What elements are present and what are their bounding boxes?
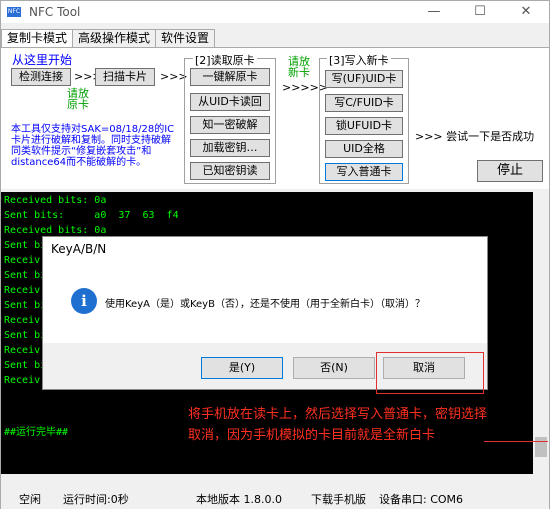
app-logo-icon: NFC: [7, 7, 21, 17]
log-line: Sent bi: [4, 240, 47, 251]
place-new-label: 请放 新卡: [288, 55, 310, 79]
log-line: ##运行完毕##: [4, 427, 69, 438]
copy-card-panel: 从这里开始 检测连接 >>> 扫描卡片 >>> 请放 原卡 [2]读取原卡 一键…: [1, 47, 549, 189]
write-uf-uid-button[interactable]: 写(UF)UID卡: [325, 70, 403, 88]
status-state: 空闲: [19, 493, 41, 506]
log-line: Received bits: 0a: [4, 225, 107, 236]
load-keys-button[interactable]: 加载密钥…: [190, 139, 270, 157]
info-icon: i: [71, 288, 97, 314]
status-port: 设备串口: COM6: [379, 493, 464, 506]
scan-card-button[interactable]: 扫描卡片: [95, 68, 155, 86]
no-button[interactable]: 否(N): [293, 357, 375, 379]
tab-copy-card[interactable]: 复制卡模式: [1, 29, 74, 47]
window-title: NFC Tool: [29, 5, 81, 19]
minimize-button[interactable]: —: [411, 1, 457, 23]
close-button[interactable]: ✕: [503, 1, 549, 23]
log-line: Received bits: 0a: [4, 195, 107, 206]
log-line: Receiv: [4, 375, 41, 386]
try-success-label: >>> 尝试一下是否成功: [415, 130, 535, 143]
status-version: 本地版本 1.8.0.0: [196, 493, 282, 506]
log-line: Sent bi: [4, 270, 47, 281]
one-click-decode-button[interactable]: 一键解原卡: [190, 68, 270, 86]
place-original-label: 请放 原卡: [67, 87, 89, 111]
notice-text: 本工具仅支持对SAK=08/18/28的IC卡片进行破解和复制。同时支持破解同类…: [11, 124, 175, 168]
annotation-line: [484, 441, 548, 442]
mode-tabs: 复制卡模式 高级操作模式 软件设置: [1, 29, 216, 47]
log-line: Receiv: [4, 285, 41, 296]
stop-button[interactable]: 停止: [477, 160, 543, 182]
write-normal-card-button[interactable]: 写入普通卡: [325, 163, 403, 181]
scroll-thumb[interactable]: [535, 437, 547, 457]
log-line: Sent bits: a0 37 63 f4: [4, 210, 179, 221]
step3-title: [3]写入新卡: [327, 52, 391, 68]
step2-title: [2]读取原卡: [193, 52, 257, 68]
log-line: Sent bi: [4, 330, 47, 341]
read-back-uid-button[interactable]: 从UID卡读回: [190, 93, 270, 111]
write-cf-uid-button[interactable]: 写C/FUID卡: [325, 94, 403, 112]
uid-format-button[interactable]: UID全格: [325, 140, 403, 158]
annotation-text: 将手机放在读卡上，然后选择写入普通卡，密钥选择取消，因为手机模拟的卡目前就是全新…: [188, 407, 488, 443]
lock-uf-uid-button[interactable]: 锁UFUID卡: [325, 117, 403, 135]
known-key-crack-button[interactable]: 知一密破解: [190, 116, 270, 134]
start-here-label: 从这里开始: [12, 53, 73, 67]
maximize-button[interactable]: ☐: [457, 1, 503, 23]
read-known-key-button[interactable]: 已知密钥读: [190, 162, 270, 180]
status-bar: 空闲 运行时间:0秒 本地版本 1.8.0.0 下载手机版 设备串口: COM6: [1, 487, 549, 509]
log-line: Receiv: [4, 315, 41, 326]
tab-settings[interactable]: 软件设置: [155, 29, 216, 47]
log-line: Sent bi: [4, 360, 47, 371]
dialog-title: KeyA/B/N: [51, 242, 107, 256]
log-line: Receiv: [4, 255, 41, 266]
console-scrollbar[interactable]: [533, 192, 549, 474]
dialog-message: 使用KeyA（是）或KeyB（否），还是不使用（用于全新白卡）（取消）？: [105, 299, 425, 310]
status-runtime: 运行时间:0秒: [63, 493, 129, 506]
yes-button[interactable]: 是(Y): [201, 357, 283, 379]
download-mobile-link[interactable]: 下载手机版: [311, 491, 366, 507]
log-line: Sent bi: [4, 300, 47, 311]
log-line: Receiv: [4, 345, 41, 356]
detect-connection-button[interactable]: 检测连接: [11, 68, 71, 86]
tab-advanced[interactable]: 高级操作模式: [72, 29, 157, 47]
title-bar: NFC NFC Tool — ☐ ✕: [1, 1, 549, 23]
cancel-highlight-box: [376, 352, 484, 394]
